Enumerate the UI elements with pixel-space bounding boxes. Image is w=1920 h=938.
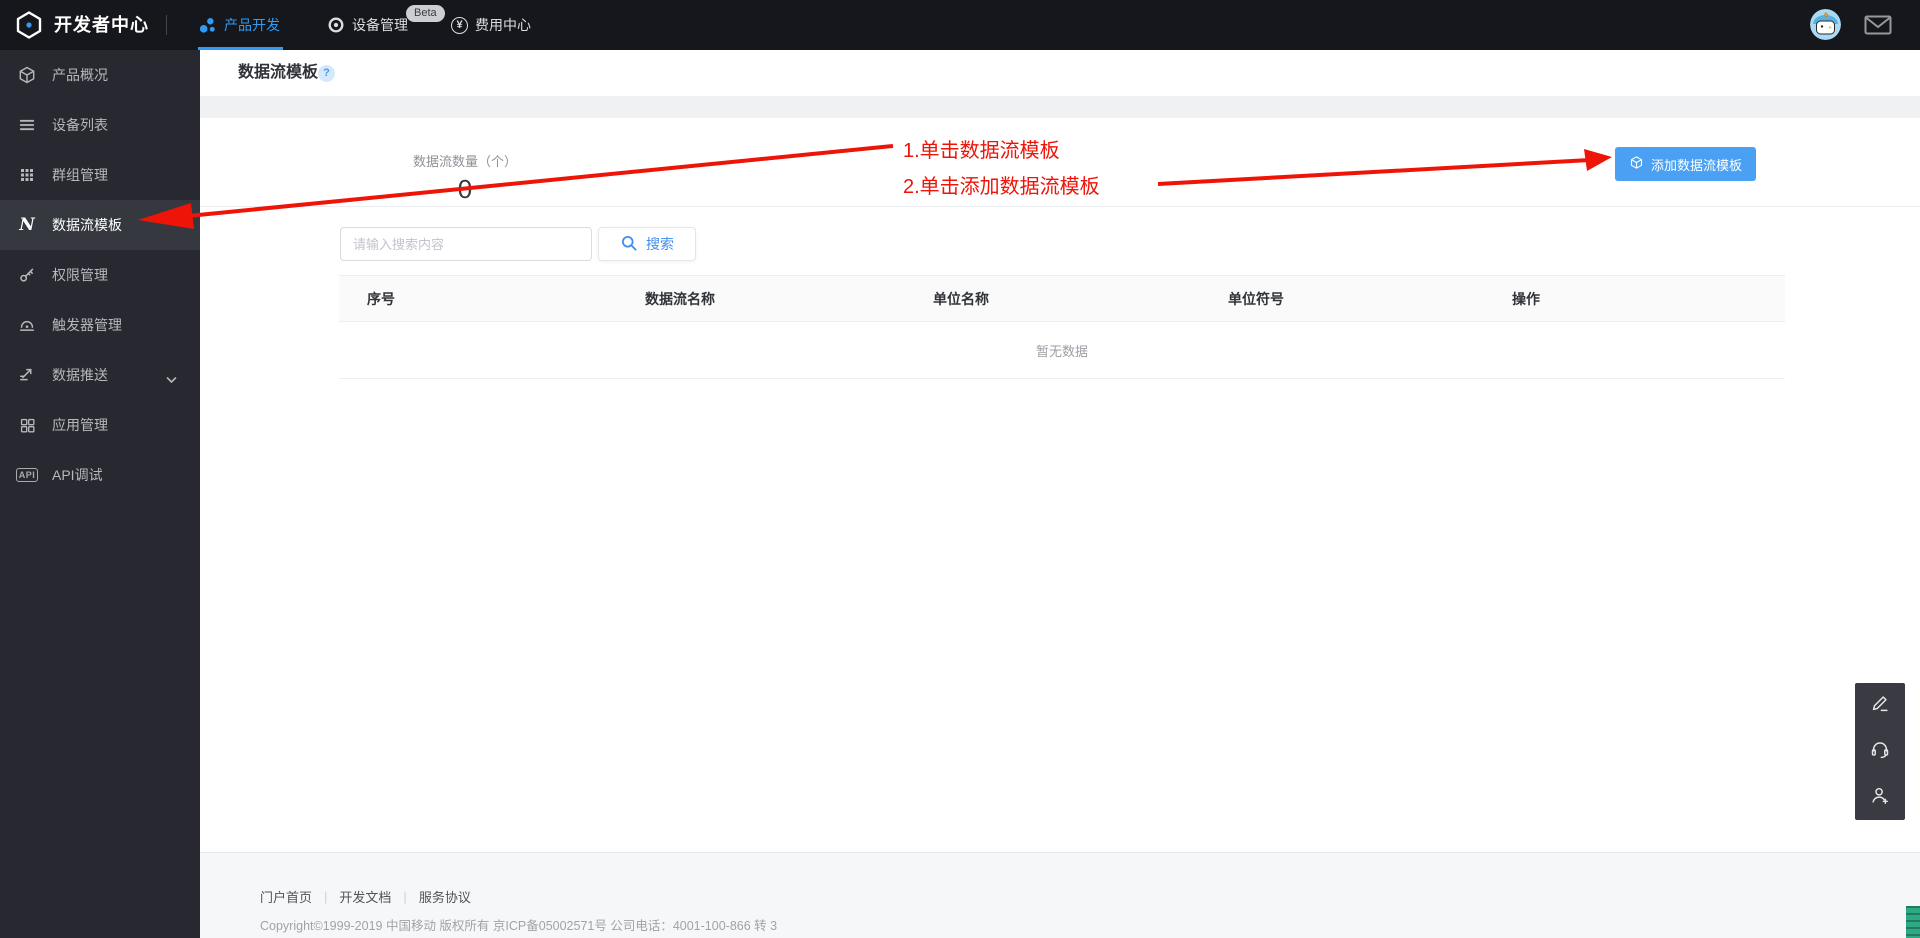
footer-link-service-agreement[interactable]: 服务协议: [419, 887, 471, 906]
add-datastream-template-button[interactable]: 添加数据流模板: [1615, 147, 1757, 181]
device-mgmt-icon: [327, 16, 345, 34]
nav-divider: [166, 15, 167, 35]
key-icon: [14, 265, 40, 285]
main-content: 数据流数量（个） 0 添加数据流模板 搜索: [200, 118, 1920, 852]
copyright-text: Copyright©1999-2019 中国移动 版权所有 京ICP备05002…: [260, 919, 778, 933]
stat-label: 数据流数量（个）: [412, 154, 517, 169]
tab-product-dev[interactable]: 产品开发: [198, 0, 280, 50]
add-button-label: 添加数据流模板: [1651, 157, 1743, 173]
n-icon: N: [19, 215, 35, 235]
page-header: 数据流模板 ?: [200, 50, 1920, 96]
brand-name[interactable]: 开发者中心: [54, 0, 149, 50]
add-contact-button[interactable]: [1855, 774, 1905, 820]
sidebar-item-label: 应用管理: [52, 417, 108, 433]
sidebar-item-api-debug[interactable]: API API调试: [0, 450, 200, 500]
footer-separator: |: [403, 889, 407, 904]
tab-fee-center[interactable]: ¥ 费用中心: [451, 0, 531, 50]
push-icon: [14, 365, 40, 385]
page-title: 数据流模板: [238, 64, 319, 81]
page-footer: 门户首页 | 开发文档 | 服务协议 Copyright©1999-2019 中…: [200, 852, 1920, 938]
cube-add-icon: [1629, 155, 1644, 173]
search-button-label: 搜索: [646, 236, 674, 252]
mail-icon[interactable]: [1864, 15, 1892, 35]
footer-separator: |: [324, 889, 328, 904]
annotation-step1: 1.单击数据流模板: [903, 140, 1060, 162]
sidebar-item-label: 权限管理: [52, 267, 108, 283]
footer-link-dev-docs[interactable]: 开发文档: [339, 887, 391, 906]
column-header-index: 序号: [339, 275, 645, 322]
penguin-avatar[interactable]: [1810, 9, 1841, 40]
support-headset-button[interactable]: [1855, 729, 1905, 775]
sidebar-item-label: 群组管理: [52, 167, 108, 183]
datastream-table: 序号 数据流名称 单位名称 单位符号 操作 暂无数据: [339, 275, 1785, 379]
sidebar-item-app-management[interactable]: 应用管理: [0, 400, 200, 450]
column-header-actions: 操作: [1512, 275, 1785, 322]
tab-label: 设备管理: [352, 17, 408, 33]
sidebar-item-group-management[interactable]: 群组管理: [0, 150, 200, 200]
sidebar-item-label: API调试: [52, 467, 103, 483]
brand-logo-icon[interactable]: [14, 10, 44, 40]
footer-link-portal-home[interactable]: 门户首页: [260, 887, 312, 906]
column-header-name: 数据流名称: [645, 275, 933, 322]
headset-icon: [1869, 738, 1891, 765]
sidebar-item-label: 产品概况: [52, 67, 108, 83]
app-grid-icon: [14, 416, 40, 435]
search-input[interactable]: [340, 227, 592, 261]
sidebar-item-device-list[interactable]: 设备列表: [0, 100, 200, 150]
search-icon: [620, 234, 638, 255]
sidebar-item-product-overview[interactable]: 产品概况: [0, 50, 200, 100]
feedback-pencil-button[interactable]: [1855, 683, 1905, 729]
api-icon: API: [14, 468, 40, 482]
trigger-icon: [14, 315, 40, 335]
chevron-down-icon[interactable]: [166, 371, 177, 389]
list-icon: [14, 115, 40, 135]
column-header-unit-name: 单位名称: [933, 275, 1228, 322]
beta-badge: Beta: [406, 5, 445, 22]
datastream-count-stat: 数据流数量（个） 0: [400, 151, 530, 205]
grid-dots-icon: [14, 166, 40, 184]
top-navbar: 开发者中心 产品开发 设备管理 Beta ¥ 费用中心: [0, 0, 1920, 50]
cube-icon: [14, 65, 40, 85]
pencil-icon: [1869, 692, 1891, 719]
app-screen: 开发者中心 产品开发 设备管理 Beta ¥ 费用中心 产品概况 设备列表 群组…: [0, 0, 1920, 938]
stat-value: 0: [457, 174, 473, 204]
fee-icon: ¥: [451, 16, 468, 34]
sidebar-item-data-push[interactable]: 数据推送: [0, 350, 200, 400]
tab-label: 产品开发: [224, 17, 280, 33]
empty-state-text: 暂无数据: [339, 321, 1785, 379]
column-header-unit-symbol: 单位符号: [1228, 275, 1512, 322]
sidebar-item-label: 触发器管理: [52, 317, 122, 333]
annotation-step2: 2.单击添加数据流模板: [903, 176, 1100, 198]
floating-tool-panel: [1855, 683, 1905, 820]
active-tab-underline: [198, 47, 283, 50]
screen-recorder-artifact: [1906, 906, 1920, 938]
table-empty-row: 暂无数据: [339, 321, 1785, 379]
sidebar-nav: 产品概况 设备列表 群组管理 N 数据流模板 权限管理 触发器管理 数据推送 应…: [0, 50, 200, 938]
tab-label: 费用中心: [475, 17, 531, 33]
footer-links: 门户首页 | 开发文档 | 服务协议: [260, 887, 471, 906]
sidebar-item-trigger-management[interactable]: 触发器管理: [0, 300, 200, 350]
tab-device-mgmt[interactable]: 设备管理: [327, 0, 408, 50]
product-dev-icon: [198, 16, 217, 35]
sidebar-item-label: 设备列表: [52, 117, 108, 133]
sidebar-item-label: 数据推送: [52, 367, 108, 383]
sidebar-item-datastream-template[interactable]: N 数据流模板: [0, 200, 200, 250]
help-icon[interactable]: ?: [318, 65, 335, 82]
sidebar-item-permission-management[interactable]: 权限管理: [0, 250, 200, 300]
sidebar-item-label: 数据流模板: [52, 217, 122, 233]
person-add-icon: [1869, 784, 1891, 811]
table-header-row: 序号 数据流名称 单位名称 单位符号 操作: [339, 275, 1785, 322]
search-button[interactable]: 搜索: [598, 227, 696, 261]
